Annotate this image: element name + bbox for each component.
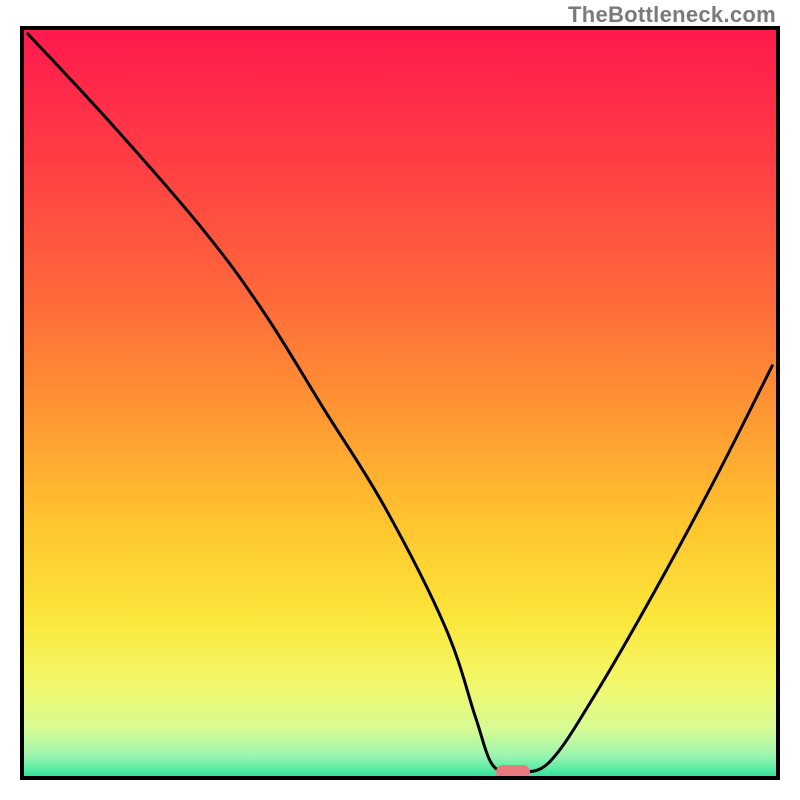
- plot-area: [20, 26, 780, 780]
- chart-frame: TheBottleneck.com: [0, 0, 800, 800]
- watermark-label: TheBottleneck.com: [568, 2, 776, 28]
- bottleneck-curve: [24, 30, 776, 776]
- optimal-marker: [496, 765, 530, 779]
